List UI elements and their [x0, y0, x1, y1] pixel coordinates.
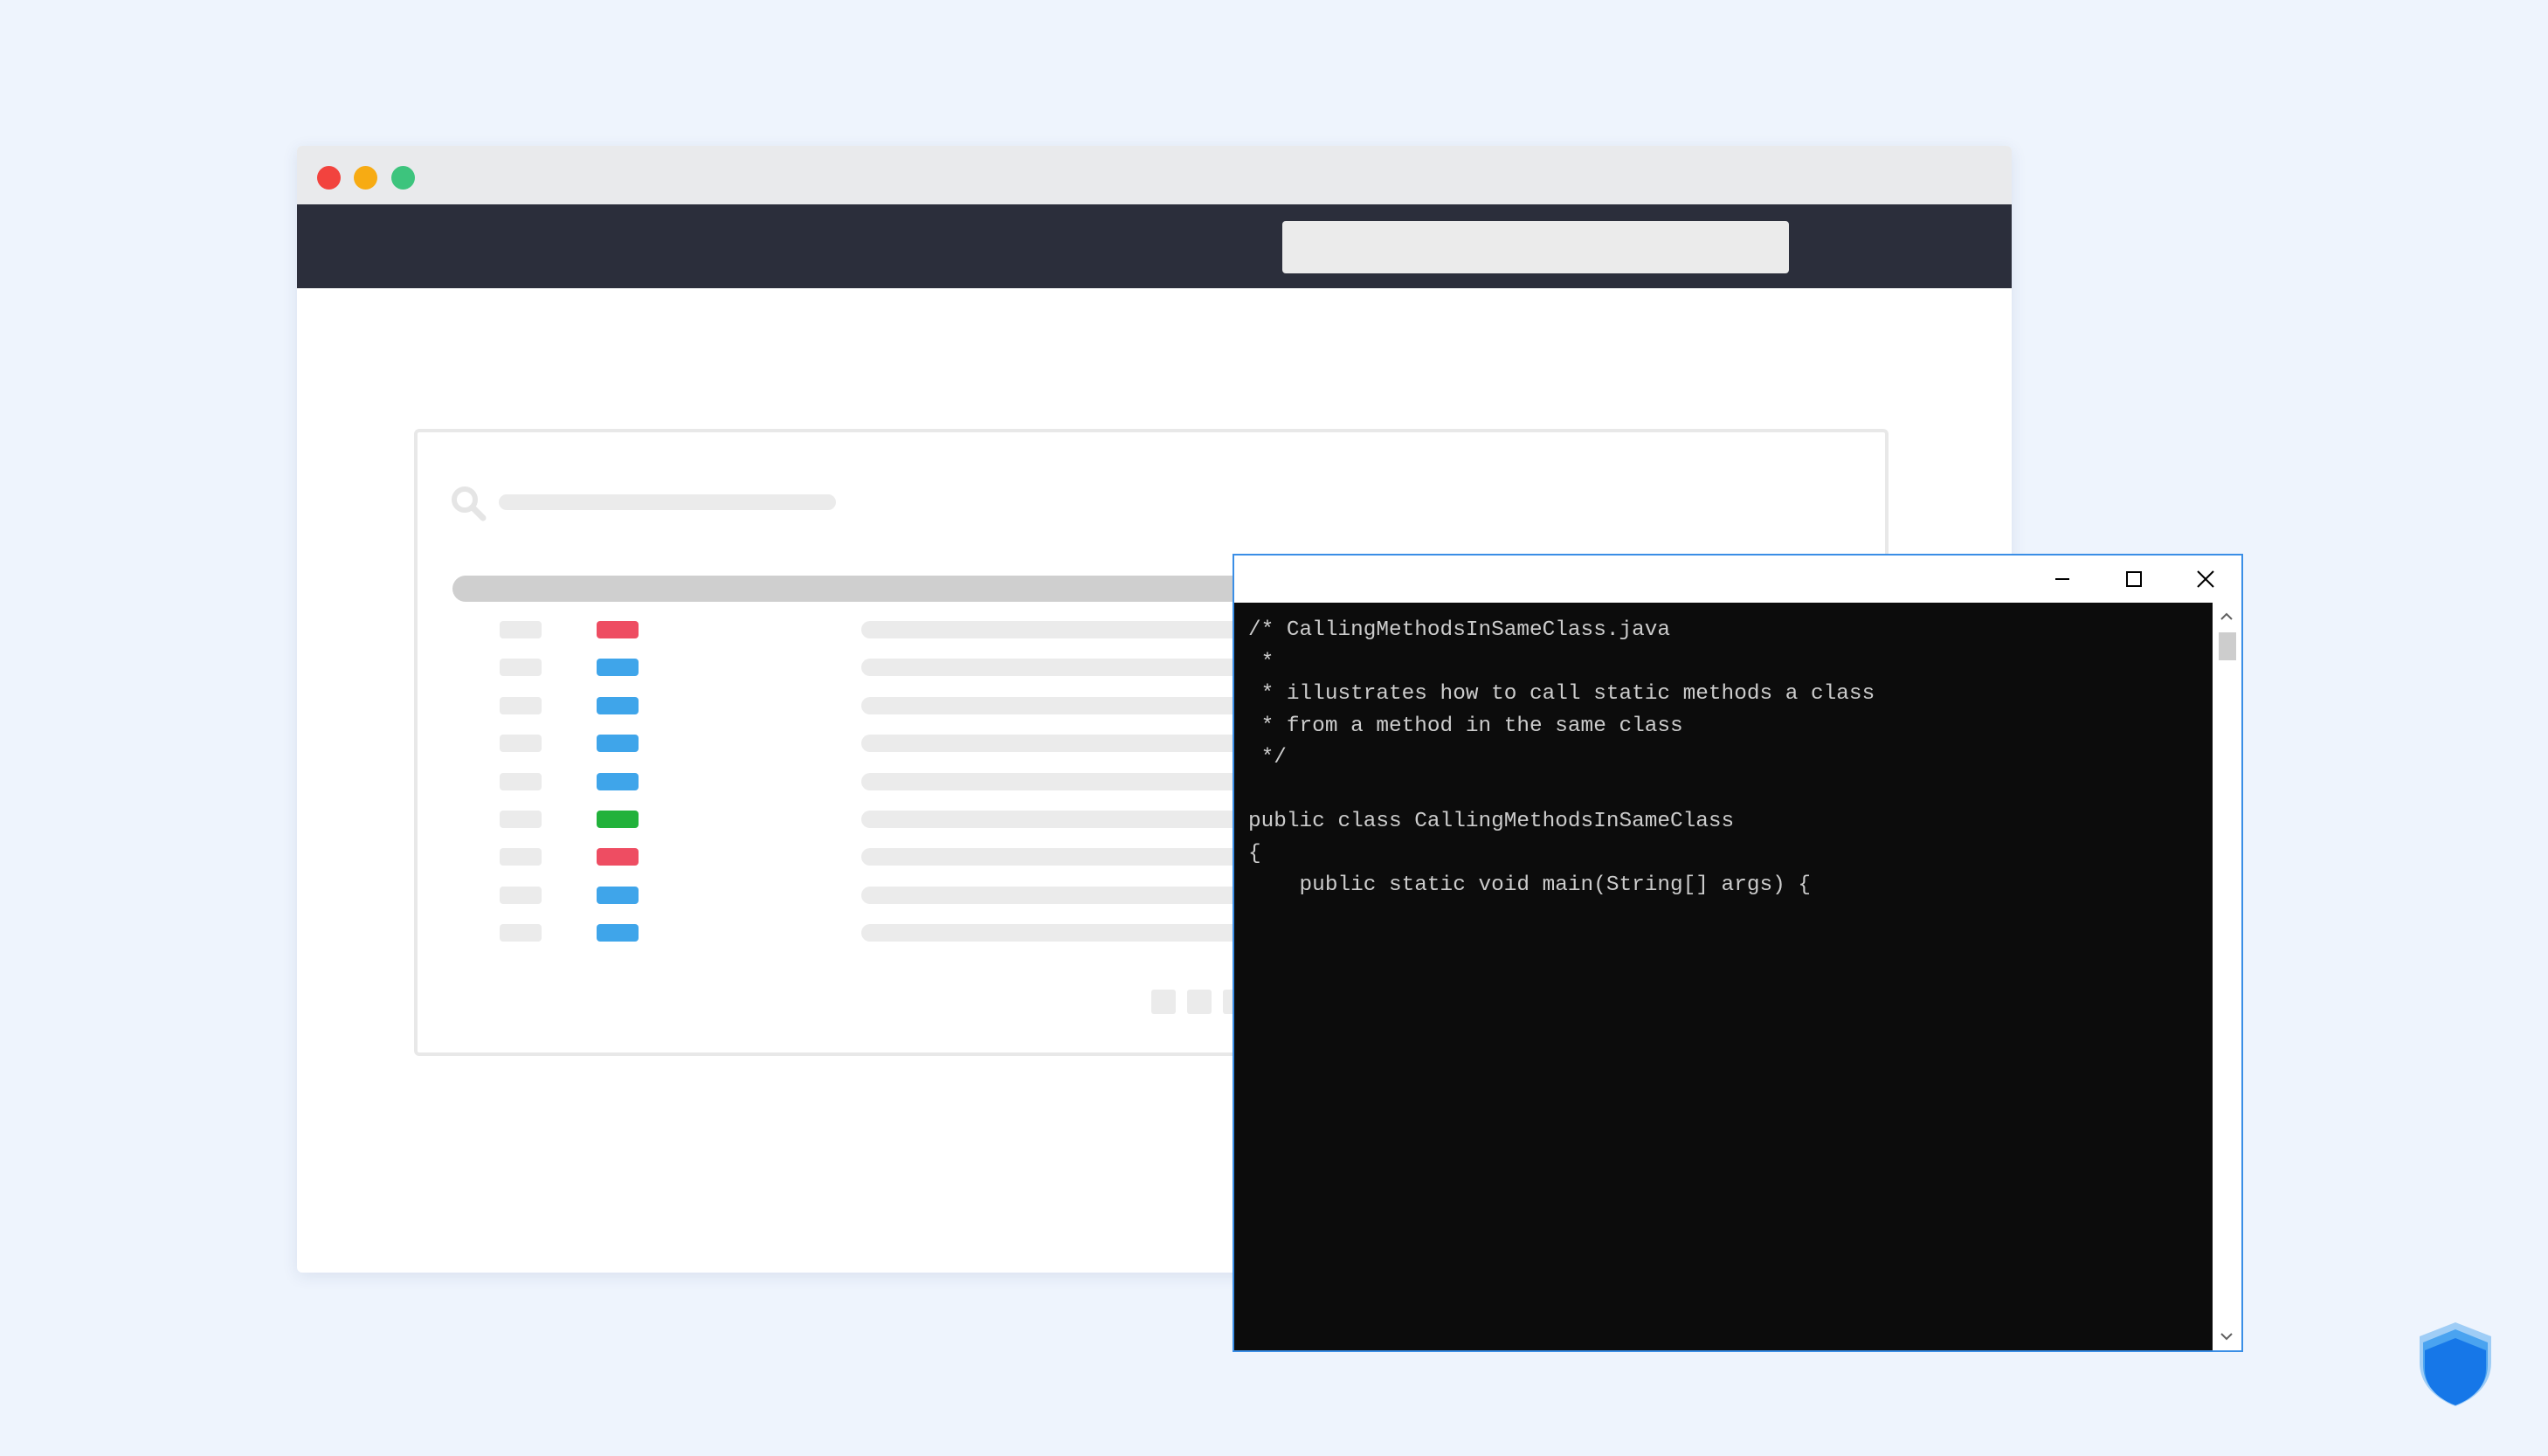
- console-window: /* CallingMethodsInSameClass.java * * il…: [1233, 554, 2243, 1352]
- row-id-placeholder: [500, 659, 542, 677]
- shield-icon: [2420, 1322, 2491, 1406]
- minimize-icon: [2055, 578, 2069, 580]
- status-badge: [597, 848, 639, 866]
- browser-titlebar: [297, 146, 2012, 204]
- code-line: /* CallingMethodsInSameClass.java: [1248, 618, 1671, 642]
- maximize-button[interactable]: [2098, 555, 2170, 603]
- status-badge: [597, 924, 639, 942]
- code-line: * illustrates how to call static methods…: [1248, 682, 1875, 706]
- code-line: public class CallingMethodsInSameClass: [1248, 810, 1735, 833]
- chevron-up-icon[interactable]: [2218, 608, 2235, 625]
- code-line: public static void main(String[] args) {: [1248, 873, 1812, 897]
- status-badge: [597, 621, 639, 638]
- minimize-dot[interactable]: [354, 166, 377, 190]
- status-badge: [597, 886, 639, 904]
- code-line: * from a method in the same class: [1248, 714, 1683, 738]
- pagination-button[interactable]: [1151, 990, 1176, 1014]
- zoom-dot[interactable]: [391, 166, 415, 190]
- close-button[interactable]: [2170, 555, 2241, 603]
- maximize-icon: [2126, 571, 2142, 587]
- status-badge: [597, 772, 639, 790]
- console-output[interactable]: /* CallingMethodsInSameClass.java * * il…: [1234, 603, 2213, 1350]
- code-line: *: [1248, 650, 1274, 674]
- row-id-placeholder: [500, 924, 542, 942]
- code-line: */: [1248, 746, 1287, 769]
- pagination-button[interactable]: [1187, 990, 1212, 1014]
- vertical-scrollbar[interactable]: [2213, 603, 2241, 1350]
- minimize-button[interactable]: [2027, 555, 2098, 603]
- row-id-placeholder: [500, 886, 542, 904]
- row-id-placeholder: [500, 811, 542, 828]
- row-id-placeholder: [500, 696, 542, 714]
- search-input[interactable]: [499, 494, 836, 510]
- row-id-placeholder: [500, 772, 542, 790]
- status-badge: [597, 735, 639, 753]
- navbar-search-field[interactable]: [1282, 221, 1789, 273]
- close-dot[interactable]: [317, 166, 341, 190]
- chevron-down-icon[interactable]: [2218, 1328, 2235, 1345]
- browser-navbar: [297, 204, 2012, 288]
- status-badge: [597, 696, 639, 714]
- row-id-placeholder: [500, 621, 542, 638]
- search-icon: [452, 486, 487, 521]
- code-line: {: [1248, 841, 1261, 866]
- status-badge: [597, 811, 639, 828]
- row-id-placeholder: [500, 735, 542, 753]
- status-badge: [597, 659, 639, 677]
- scrollbar-thumb[interactable]: [2219, 632, 2236, 660]
- console-titlebar[interactable]: [1234, 555, 2241, 603]
- close-icon: [2197, 570, 2214, 588]
- row-id-placeholder: [500, 848, 542, 866]
